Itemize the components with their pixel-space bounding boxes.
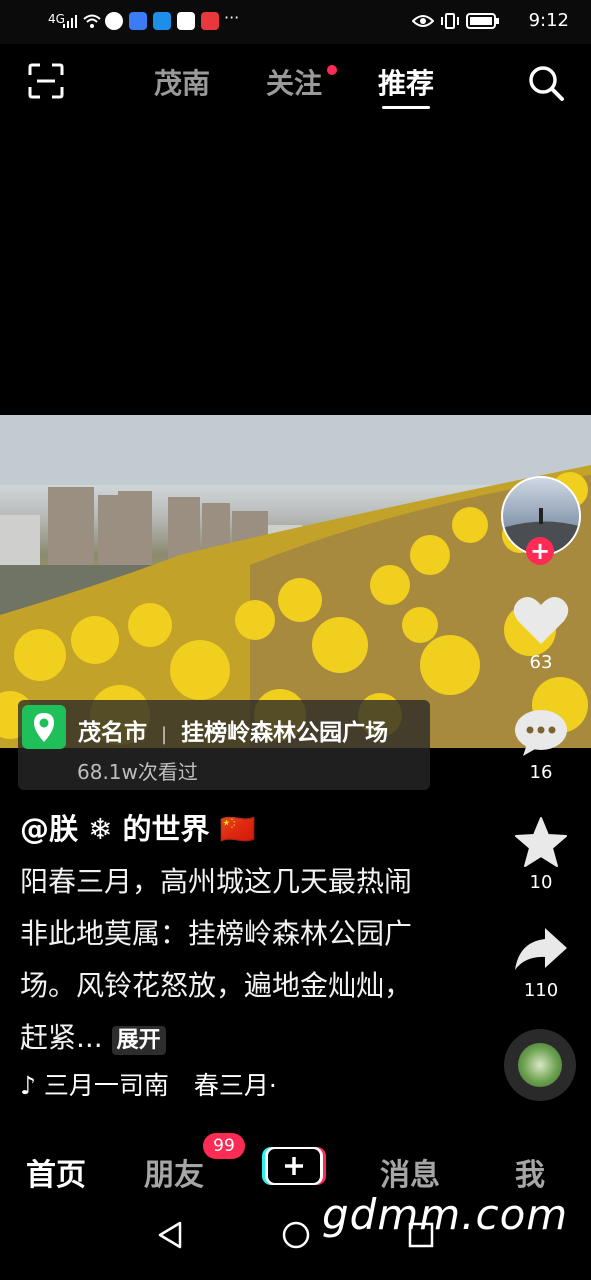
app-notification-icon bbox=[105, 12, 123, 30]
music-note-icon: ♪ bbox=[20, 1071, 36, 1100]
post-caption[interactable]: 阳春三月，高州城这几天最热闹非此地莫属：挂榜岭森林公园广场。风铃花怒放，遍地金灿… bbox=[20, 856, 420, 1067]
follow-plus-button[interactable]: + bbox=[526, 537, 554, 565]
app-notification-icon bbox=[153, 12, 171, 30]
caption-text: 阳春三月，高州城这几天最热闹非此地莫属：挂榜岭森林公园广场。风铃花怒放，遍地金灿… bbox=[20, 865, 413, 1054]
nav-friends[interactable]: 朋友 bbox=[144, 1150, 204, 1194]
app-notification-icon bbox=[129, 12, 147, 30]
following-unread-dot bbox=[327, 65, 337, 75]
like-count: 63 bbox=[529, 652, 553, 673]
app-notification-icon bbox=[177, 12, 195, 30]
music-disc[interactable] bbox=[504, 1029, 576, 1101]
status-time: 9:12 bbox=[528, 10, 569, 31]
signal-bars-icon bbox=[63, 15, 77, 28]
system-recents-icon[interactable] bbox=[407, 1220, 435, 1250]
favorite-count: 10 bbox=[529, 872, 553, 893]
nav-messages[interactable]: 消息 bbox=[380, 1150, 440, 1194]
location-label[interactable]: 茂名市 | 挂榜岭森林公园广场 bbox=[78, 713, 388, 747]
system-home-icon[interactable] bbox=[281, 1220, 311, 1250]
location-pin-icon bbox=[22, 705, 66, 749]
comment-count: 16 bbox=[529, 762, 553, 783]
music-title: 三月一司南 春三月· bbox=[43, 1071, 277, 1100]
scan-icon[interactable] bbox=[28, 63, 64, 99]
video-frame-scene bbox=[0, 415, 591, 748]
view-count: 68.1w次看过 bbox=[77, 760, 198, 784]
eye-icon bbox=[412, 15, 434, 27]
watermark: gdmm.com bbox=[322, 1190, 569, 1239]
location-place: 挂榜岭森林公园广场 bbox=[181, 720, 389, 746]
tab-local[interactable]: 茂南 bbox=[154, 62, 210, 102]
friends-badge: 99 bbox=[203, 1133, 245, 1159]
nav-home[interactable]: 首页 bbox=[26, 1150, 86, 1194]
nav-me[interactable]: 我 bbox=[515, 1150, 545, 1194]
tab-recommend[interactable]: 推荐 bbox=[378, 62, 434, 102]
tab-following[interactable]: 关注 bbox=[266, 62, 322, 102]
author-name[interactable]: @朕 ❄ 的世界 🇨🇳 bbox=[20, 806, 256, 848]
video-player[interactable] bbox=[0, 415, 591, 748]
status-bar: 4G ··· 9:12 bbox=[0, 0, 591, 44]
battery-icon bbox=[466, 13, 499, 29]
comment-icon[interactable] bbox=[513, 708, 569, 758]
heart-icon[interactable] bbox=[513, 594, 569, 646]
favorite-star-icon[interactable] bbox=[514, 816, 568, 868]
expand-caption-button[interactable]: 展开 bbox=[111, 1026, 166, 1055]
wifi-icon bbox=[83, 14, 101, 28]
notification-app-icons bbox=[105, 12, 219, 30]
vibrate-icon bbox=[441, 13, 459, 29]
share-count: 110 bbox=[523, 980, 559, 1001]
app-notification-icon bbox=[201, 12, 219, 30]
music-cover bbox=[518, 1043, 562, 1087]
search-icon[interactable] bbox=[527, 64, 565, 102]
location-divider: | bbox=[161, 724, 168, 745]
create-plus-button[interactable] bbox=[262, 1145, 326, 1187]
share-icon[interactable] bbox=[513, 926, 569, 972]
music-info[interactable]: ♪ 三月一司南 春三月· bbox=[20, 1066, 277, 1102]
system-back-icon[interactable] bbox=[156, 1220, 184, 1250]
more-notifications-icon: ··· bbox=[224, 8, 240, 27]
active-tab-indicator bbox=[382, 106, 430, 109]
location-city: 茂名市 bbox=[78, 720, 147, 746]
